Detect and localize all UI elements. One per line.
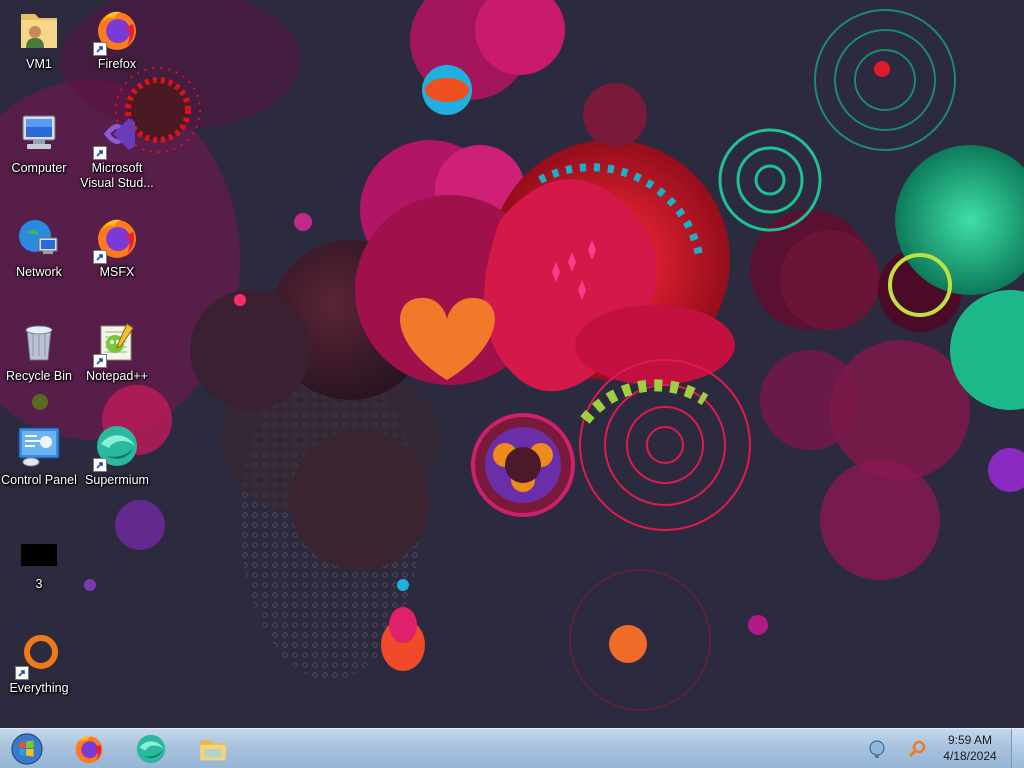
- supermium-icon: [93, 422, 141, 472]
- everything-search-icon: [15, 630, 63, 680]
- show-desktop-button[interactable]: [1011, 729, 1024, 768]
- desktop-icon-label: Network: [16, 265, 62, 279]
- computer-icon: [15, 110, 63, 158]
- shortcut-arrow-icon: [93, 146, 107, 160]
- taskbar-pinned-supermium[interactable]: [122, 729, 180, 768]
- desktop-icon-label: Computer: [11, 161, 67, 175]
- control-panel-icon: [15, 422, 63, 470]
- file-explorer-icon: [200, 740, 226, 760]
- desktop-icon-control-panel[interactable]: Control Panel: [0, 418, 78, 514]
- start-button[interactable]: [0, 729, 54, 768]
- taskbar-pinned-firefox[interactable]: [60, 729, 118, 768]
- desktop-icon-notepad-plus-plus[interactable]: Notepad++: [78, 314, 156, 410]
- taskbar: 9:59 AM 4/18/2024: [0, 728, 1024, 768]
- desktop-icon-everything[interactable]: Everything: [0, 626, 78, 722]
- desktop-icon-label: Everything: [9, 681, 69, 695]
- network-status-icon[interactable]: [866, 738, 888, 760]
- taskbar-pinned-file-explorer[interactable]: [184, 729, 242, 768]
- taskbar-clock[interactable]: 9:59 AM 4/18/2024: [934, 732, 1006, 764]
- clock-time: 9:59 AM: [947, 733, 993, 747]
- desktop-icon-vm1[interactable]: VM1: [0, 2, 78, 98]
- desktop-icon-label: Control Panel: [1, 473, 77, 487]
- desktop-icon-visual-studio[interactable]: Microsoft Visual Stud...: [78, 106, 156, 202]
- shortcut-arrow-icon: [15, 666, 29, 680]
- desktop-icon-label: MSFX: [99, 265, 135, 279]
- network-icon: [15, 214, 63, 262]
- desktop-icon-label: 3: [35, 577, 43, 591]
- notepad-plus-plus-icon: [93, 318, 141, 368]
- firefox-icon: [93, 214, 141, 264]
- desktop-icon-label: Supermium: [85, 473, 149, 487]
- firefox-icon: [93, 6, 141, 56]
- shortcut-arrow-icon: [93, 250, 107, 264]
- recycle-bin-icon: [15, 318, 63, 366]
- desktop-icon-recycle-bin[interactable]: Recycle Bin: [0, 314, 78, 410]
- desktop-icon-label: VM1: [26, 57, 52, 71]
- desktop-icon-network[interactable]: Network: [0, 210, 78, 306]
- shortcut-arrow-icon: [93, 42, 107, 56]
- desktop-icon-firefox[interactable]: Firefox: [78, 2, 156, 98]
- everything-search-icon[interactable]: [906, 738, 928, 760]
- desktop-icon-computer[interactable]: Computer: [0, 106, 78, 202]
- shortcut-arrow-icon: [93, 354, 107, 368]
- desktop-icon-label: Firefox: [97, 57, 137, 71]
- desktop-icon-label: Recycle Bin: [6, 369, 72, 383]
- user-folder-icon: [15, 6, 63, 54]
- supermium-icon: [136, 734, 166, 763]
- desktop-icon-label: Notepad++: [86, 369, 148, 383]
- black-file-icon: [15, 526, 63, 574]
- clock-date: 4/18/2024: [943, 749, 997, 763]
- firefox-icon: [75, 735, 103, 763]
- desktop-icon-label: Microsoft Visual Stud...: [80, 161, 154, 190]
- desktop-icon-supermium[interactable]: Supermium: [78, 418, 156, 514]
- desktop-icon-3[interactable]: 3: [0, 522, 78, 618]
- visual-studio-icon: [93, 110, 141, 160]
- windows-logo-icon: [11, 732, 43, 765]
- desktop-icon-msfx[interactable]: MSFX: [78, 210, 156, 306]
- shortcut-arrow-icon: [93, 458, 107, 472]
